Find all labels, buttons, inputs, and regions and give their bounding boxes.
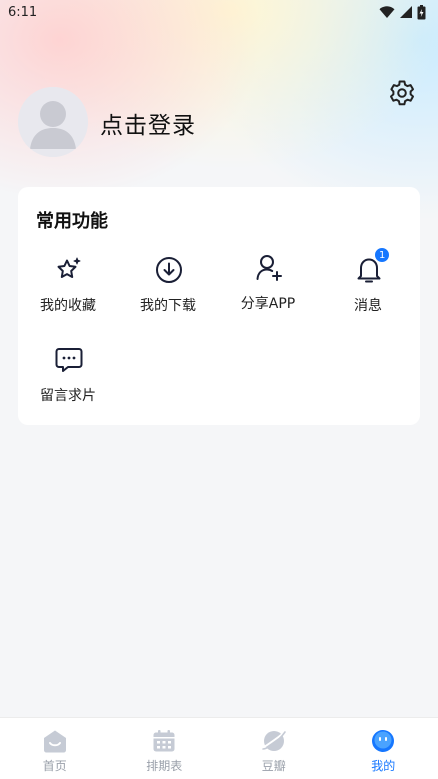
unread-badge: 1 (374, 247, 391, 263)
messages-button[interactable]: 1 消息 (318, 247, 418, 331)
section-title: 常用功能 (36, 211, 108, 232)
home-icon (42, 728, 68, 754)
wifi-icon (379, 6, 395, 18)
downloads-label: 我的下载 (140, 298, 196, 314)
tab-schedule[interactable]: 排期表 (110, 718, 220, 779)
avatar[interactable] (18, 87, 88, 157)
tab-douban[interactable]: 豆瓣 (219, 718, 329, 779)
settings-button[interactable] (386, 77, 418, 109)
tab-douban-label: 豆瓣 (261, 759, 286, 773)
cellular-signal-icon (400, 6, 412, 18)
share-app-label: 分享APP (240, 296, 296, 312)
tab-home-label: 首页 (42, 759, 67, 773)
gear-icon (390, 80, 414, 106)
tab-mine[interactable]: 我的 (329, 718, 438, 779)
login-link[interactable]: 点击登录 (100, 106, 196, 140)
add-user-icon (254, 253, 284, 283)
battery-icon (417, 4, 426, 19)
messages-label: 消息 (354, 298, 382, 314)
download-icon (154, 255, 184, 285)
tab-mine-label: 我的 (371, 759, 396, 773)
message-bubble-icon (54, 345, 84, 375)
request-movie-label: 留言求片 (40, 388, 96, 404)
tab-schedule-label: 排期表 (146, 759, 183, 773)
tab-home[interactable]: 首页 (0, 718, 110, 779)
status-bar: 6:11 (0, 0, 438, 24)
status-time: 6:11 (8, 4, 38, 20)
favorites-button[interactable]: 我的收藏 (18, 255, 118, 331)
face-icon (370, 728, 396, 754)
bell-icon: 1 (354, 247, 391, 285)
downloads-button[interactable]: 我的下载 (118, 255, 218, 331)
default-user-avatar (18, 87, 88, 157)
bottom-tab-bar: 首页 排期表 豆瓣 我的 (0, 717, 438, 779)
status-icons (379, 4, 426, 20)
request-movie-button[interactable]: 留言求片 (18, 345, 118, 421)
star-sparkle-icon (54, 255, 84, 285)
favorites-label: 我的收藏 (40, 298, 96, 314)
common-functions-card: 常用功能 我的收藏 我的下载 分享APP 1 消息 留言求片 (18, 187, 420, 425)
calendar-icon (151, 728, 177, 754)
share-app-button[interactable]: 分享APP (218, 253, 318, 329)
planet-icon (261, 728, 287, 754)
